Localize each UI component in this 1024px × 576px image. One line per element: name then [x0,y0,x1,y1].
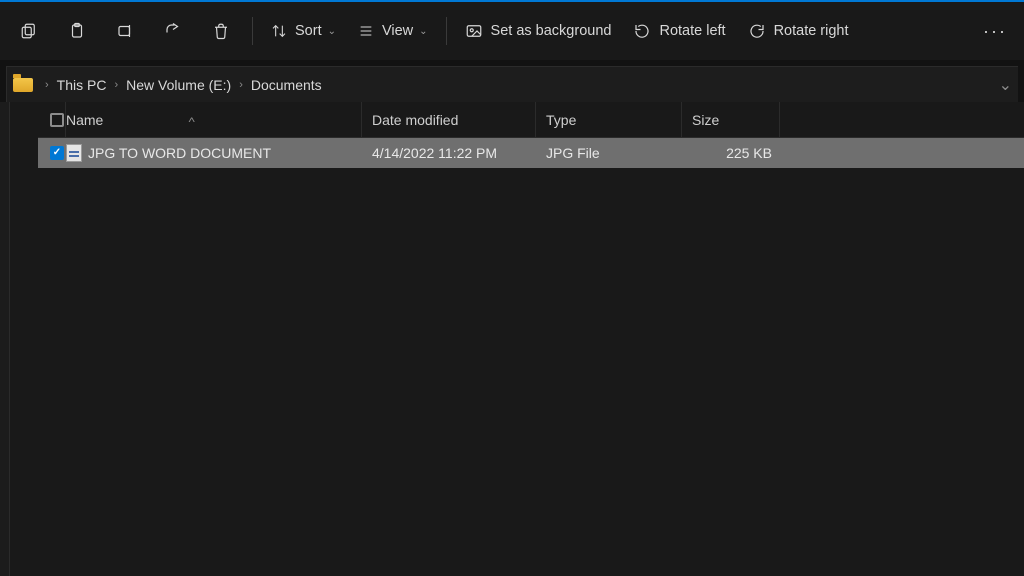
breadcrumb: › This PC › New Volume (E:) › Documents … [6,66,1018,102]
rotate-left-button[interactable]: Rotate left [623,9,735,53]
rotate-right-icon [748,22,766,40]
select-all-checkbox[interactable] [38,102,66,137]
content-area: Name ˄ Date modified Type Size JPG TO WO… [0,102,1024,576]
file-row[interactable]: JPG TO WORD DOCUMENT 4/14/2022 11:22 PM … [38,138,1024,168]
rotate-right-label: Rotate right [774,23,849,39]
chevron-right-icon: › [114,79,118,91]
breadcrumb-segment[interactable]: New Volume (E:) [122,75,235,95]
chevron-down-icon: ⌄ [328,26,336,37]
view-label: View [382,23,413,39]
trash-icon [212,22,230,40]
file-type-cell: JPG File [536,145,682,161]
toolbar-divider [252,17,253,45]
sort-icon [271,23,287,39]
file-date-cell: 4/14/2022 11:22 PM [362,145,536,161]
share-icon [164,22,182,40]
rename-button[interactable] [102,9,148,53]
rotate-left-icon [633,22,651,40]
breadcrumb-segment[interactable]: Documents [247,75,326,95]
column-header-label: Type [546,112,576,128]
copy-icon [20,22,38,40]
share-button[interactable] [150,9,196,53]
paste-icon [68,22,86,40]
more-button[interactable]: ··· [972,9,1018,53]
set-background-label: Set as background [491,23,612,39]
column-header-type[interactable]: Type [536,102,682,137]
file-list: Name ˄ Date modified Type Size JPG TO WO… [10,102,1024,576]
view-button[interactable]: View ⌄ [348,9,438,53]
sidebar-edge [0,102,10,576]
column-header-name[interactable]: Name ˄ [66,102,362,137]
breadcrumb-dropdown-icon[interactable]: ⌄ [999,75,1012,95]
chevron-down-icon: ⌄ [419,26,427,37]
sort-label: Sort [295,23,322,39]
toolbar: Sort ⌄ View ⌄ Set as background Rotate l… [0,2,1024,60]
jpg-file-icon [66,144,82,162]
rotate-right-button[interactable]: Rotate right [738,9,859,53]
file-size-cell: 225 KB [682,145,780,161]
file-name: JPG TO WORD DOCUMENT [88,145,271,161]
column-header-date[interactable]: Date modified [362,102,536,137]
column-header-label: Name [66,112,103,128]
more-icon: ··· [983,21,1007,42]
paste-button[interactable] [54,9,100,53]
view-icon [358,23,374,39]
sort-button[interactable]: Sort ⌄ [261,9,346,53]
file-name-cell: JPG TO WORD DOCUMENT [66,144,362,162]
row-checkbox[interactable] [38,146,66,160]
sort-indicator-icon: ˄ [188,115,195,125]
folder-icon [13,78,33,92]
breadcrumb-segment[interactable]: This PC [53,75,111,95]
column-header-size[interactable]: Size [682,102,780,137]
delete-button[interactable] [198,9,244,53]
chevron-right-icon: › [45,79,49,91]
rename-icon [116,22,134,40]
column-header-label: Date modified [372,112,458,128]
column-header-label: Size [692,112,719,128]
set-background-button[interactable]: Set as background [455,9,622,53]
toolbar-divider [446,17,447,45]
column-header-row: Name ˄ Date modified Type Size [38,102,1024,138]
chevron-right-icon: › [239,79,243,91]
copy-button[interactable] [6,9,52,53]
image-icon [465,22,483,40]
rotate-left-label: Rotate left [659,23,725,39]
